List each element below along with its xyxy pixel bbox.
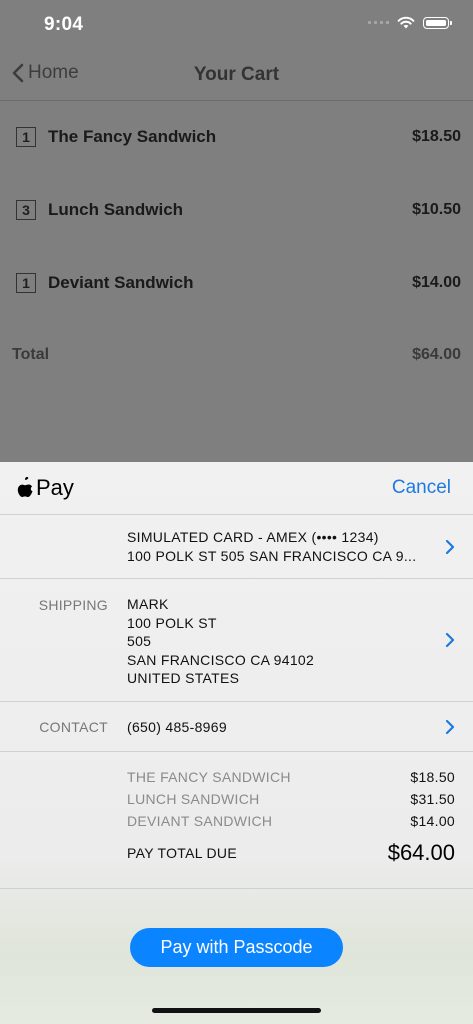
summary-item-name: DEVIANT SANDWICH (127, 813, 273, 829)
item-name: Lunch Sandwich (48, 200, 184, 219)
chevron-right-icon (445, 719, 455, 735)
card-billing-address: 100 POLK ST 505 SAN FRANCISCO CA 9... (127, 547, 417, 564)
summary-item: THE FANCY SANDWICH $18.50 (127, 766, 455, 788)
shipping-line: 505 (127, 633, 152, 649)
summary-item-name: THE FANCY SANDWICH (127, 769, 291, 785)
summary-item-value: $18.50 (410, 769, 455, 785)
payment-card-row[interactable]: SIMULATED CARD - AMEX (•••• 1234) 100 PO… (0, 515, 473, 579)
summary-list: THE FANCY SANDWICH $18.50 LUNCH SANDWICH… (127, 766, 455, 866)
battery-icon (423, 16, 452, 29)
item-price: $18.50 (412, 128, 461, 145)
item-name: The Fancy Sandwich (48, 127, 217, 146)
home-indicator[interactable] (152, 1008, 321, 1013)
summary-item-name: LUNCH SANDWICH (127, 791, 260, 807)
shipping-row[interactable]: SHIPPING MARK 100 POLK ST 505 SAN FRANCI… (0, 579, 473, 702)
contact-label: CONTACT (39, 719, 108, 735)
quantity-box: 1 (16, 273, 36, 293)
item-price: $14.00 (412, 274, 461, 291)
shipping-line: 100 POLK ST (127, 614, 217, 631)
item-name: Deviant Sandwich (48, 273, 194, 292)
shipping-address: MARK 100 POLK ST 505 SAN FRANCISCO CA 94… (127, 595, 314, 688)
wifi-icon (397, 16, 415, 29)
total-label: Total (12, 346, 50, 363)
contact-row[interactable]: CONTACT (650) 485-8969 (0, 702, 473, 752)
apple-pay-sheet: Pay Cancel SIMULATED CARD - AMEX (•••• 1… (0, 462, 473, 1024)
item-price: $10.50 (412, 201, 461, 218)
shipping-line: SAN FRANCISCO CA 94102 (127, 651, 315, 668)
apple-pay-wordmark: Pay (36, 475, 74, 500)
pay-with-passcode-button[interactable]: Pay with Passcode (130, 928, 343, 967)
apple-logo-icon (17, 477, 33, 497)
order-summary: THE FANCY SANDWICH $18.50 LUNCH SANDWICH… (0, 752, 473, 889)
navigation-bar: Home Your Cart (0, 50, 473, 101)
contact-phone: (650) 485-8969 (127, 719, 227, 735)
total-due-amount: $64.00 (387, 840, 455, 865)
summary-item-value: $14.00 (410, 813, 455, 829)
cart-item[interactable]: 1 Deviant Sandwich $14.00 (16, 268, 461, 298)
pay-total-due: PAY TOTAL DUE $64.00 (127, 840, 455, 866)
apple-pay-logo: Pay (16, 475, 74, 501)
total-due-label: PAY TOTAL DUE (127, 845, 237, 861)
cart-screen: 9:04 Home Your Cart 1 The Fancy Sandwich… (0, 0, 473, 470)
cellular-signal-icon (368, 21, 389, 24)
sheet-header: Pay Cancel (0, 462, 473, 515)
cart-item[interactable]: 1 The Fancy Sandwich $18.50 (16, 122, 461, 152)
shipping-label: SHIPPING (38, 597, 108, 613)
card-details: SIMULATED CARD - AMEX (•••• 1234) 100 PO… (127, 528, 416, 565)
card-name: SIMULATED CARD - AMEX (•••• 1234) (127, 529, 379, 545)
summary-item: DEVIANT SANDWICH $14.00 (127, 810, 455, 832)
cart-total: Total $64.00 (12, 342, 461, 368)
status-time: 9:04 (44, 14, 84, 35)
total-value: $64.00 (412, 346, 461, 363)
shipping-line: UNITED STATES (127, 670, 240, 686)
page-title: Your Cart (193, 64, 280, 85)
quantity-box: 1 (16, 127, 36, 147)
status-bar: 9:04 (0, 0, 473, 50)
cart-item[interactable]: 3 Lunch Sandwich $10.50 (16, 195, 461, 225)
chevron-right-icon (445, 539, 455, 555)
chevron-right-icon (445, 632, 455, 648)
quantity-box: 3 (16, 200, 36, 220)
cancel-button[interactable]: Cancel (392, 477, 451, 499)
status-icons (368, 16, 452, 29)
summary-item-value: $31.50 (410, 791, 455, 807)
summary-item: LUNCH SANDWICH $31.50 (127, 788, 455, 810)
shipping-line: MARK (127, 596, 169, 612)
